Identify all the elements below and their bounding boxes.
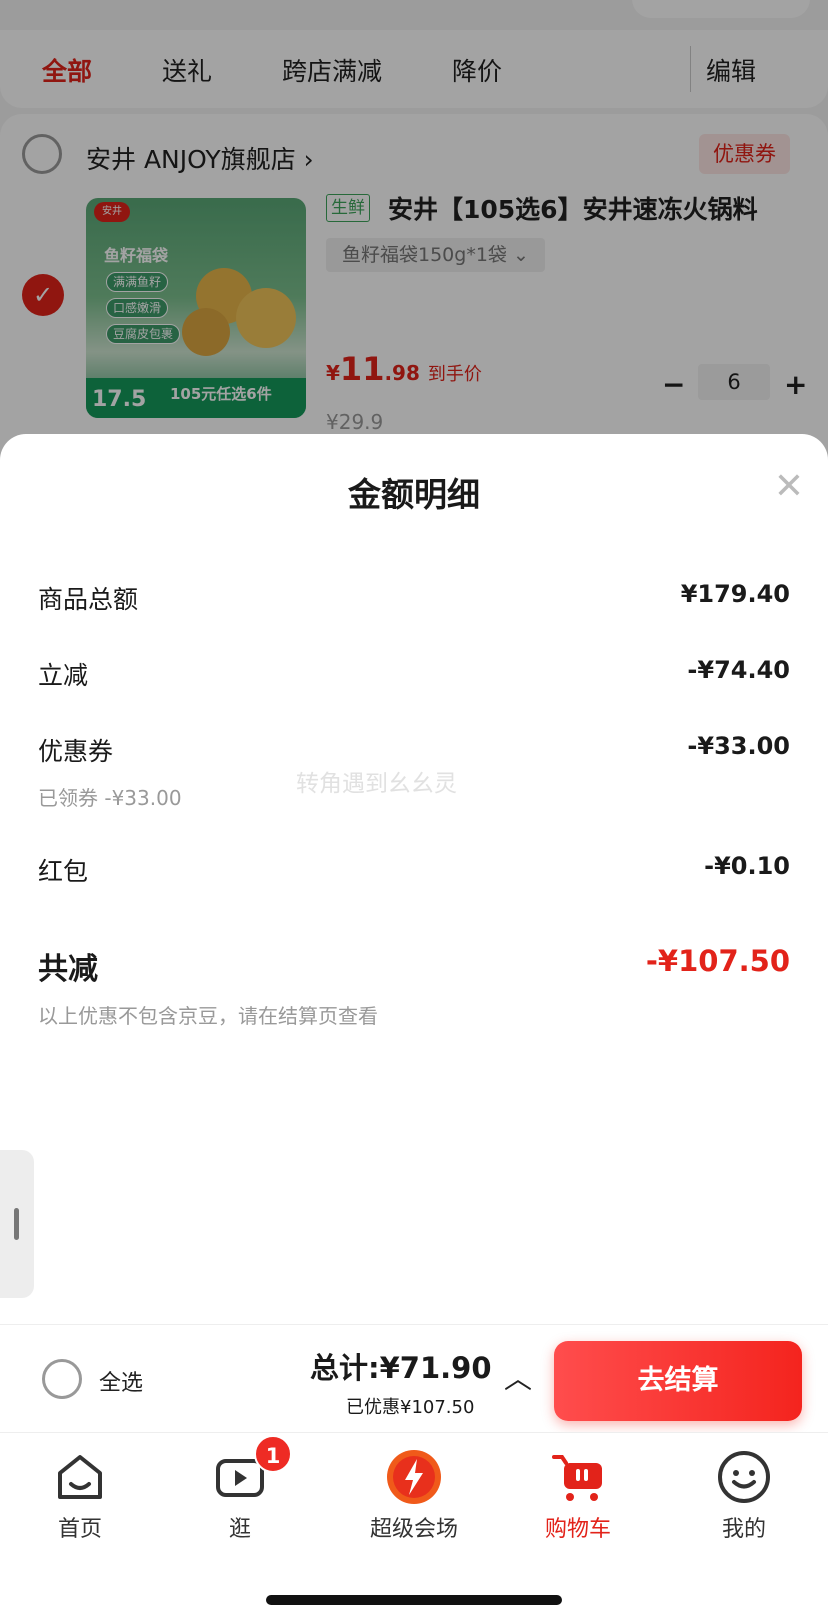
tabbar-label: 逛 bbox=[228, 1517, 251, 1542]
select-all-checkbox[interactable] bbox=[42, 1359, 82, 1399]
tabbar-item-home[interactable]: 首页 bbox=[20, 1449, 140, 1559]
select-all-label[interactable]: 全选 bbox=[99, 1365, 143, 1397]
checkout-total: 总计:¥71.90 bbox=[310, 1351, 492, 1385]
total-discount-label: 共减 bbox=[38, 952, 98, 987]
checkout-saved: 已优惠¥107.50 bbox=[346, 1397, 475, 1418]
checkout-bar: 全选 总计:¥71.90 已优惠¥107.50 ︿ 去结算 bbox=[0, 1324, 828, 1432]
handle-grip-icon bbox=[14, 1208, 19, 1240]
tabbar-label: 购物车 bbox=[544, 1517, 611, 1542]
row-label-goods-total: 商品总额 bbox=[38, 585, 139, 614]
home-icon bbox=[52, 1449, 108, 1505]
row-label-coupon: 优惠券 bbox=[38, 737, 114, 766]
sheet-title: 金额明细 bbox=[348, 475, 480, 514]
tabbar-item-super-venue[interactable]: 超级会场 bbox=[354, 1449, 474, 1559]
row-label-red-packet: 红包 bbox=[38, 857, 89, 886]
row-label-instant-discount: 立减 bbox=[38, 661, 89, 690]
row-value-red-packet: -¥0.10 bbox=[704, 852, 790, 880]
tabbar-item-explore[interactable]: 1 逛 bbox=[180, 1435, 300, 1559]
cart-icon bbox=[550, 1449, 606, 1505]
total-discount-value: -¥107.50 bbox=[645, 944, 790, 978]
video-icon: 1 bbox=[212, 1435, 292, 1505]
row-value-coupon: -¥33.00 bbox=[687, 732, 790, 760]
side-drawer-handle[interactable] bbox=[0, 1150, 34, 1298]
watermark: 转角遇到幺幺灵 bbox=[296, 771, 457, 797]
discount-note: 以上优惠不包含京豆，请在结算页查看 bbox=[38, 1004, 378, 1028]
tabbar-item-mine[interactable]: 我的 bbox=[684, 1449, 804, 1559]
bottom-tab-bar: 首页 1 逛 超级会场 购物车 我的 bbox=[0, 1432, 828, 1620]
home-indicator bbox=[266, 1595, 562, 1605]
notification-badge: 1 bbox=[254, 1435, 292, 1473]
tabbar-item-cart[interactable]: 购物车 bbox=[518, 1449, 638, 1559]
tabbar-label: 首页 bbox=[57, 1517, 102, 1542]
chevron-up-icon[interactable]: ︿ bbox=[504, 1357, 532, 1397]
tabbar-label: 超级会场 bbox=[369, 1517, 458, 1542]
smiley-icon bbox=[716, 1449, 772, 1505]
super-venue-icon bbox=[386, 1449, 442, 1505]
row-value-instant-discount: -¥74.40 bbox=[687, 656, 790, 684]
close-icon[interactable]: ✕ bbox=[774, 466, 804, 507]
amount-detail-sheet: 金额明细 ✕ 商品总额 ¥179.40 立减 -¥74.40 优惠券 -¥33.… bbox=[0, 434, 828, 1324]
checkout-button[interactable]: 去结算 bbox=[554, 1341, 802, 1421]
tabbar-label: 我的 bbox=[721, 1517, 766, 1542]
row-value-goods-total: ¥179.40 bbox=[680, 580, 790, 608]
row-sub-coupon: 已领券 -¥33.00 bbox=[38, 786, 182, 810]
